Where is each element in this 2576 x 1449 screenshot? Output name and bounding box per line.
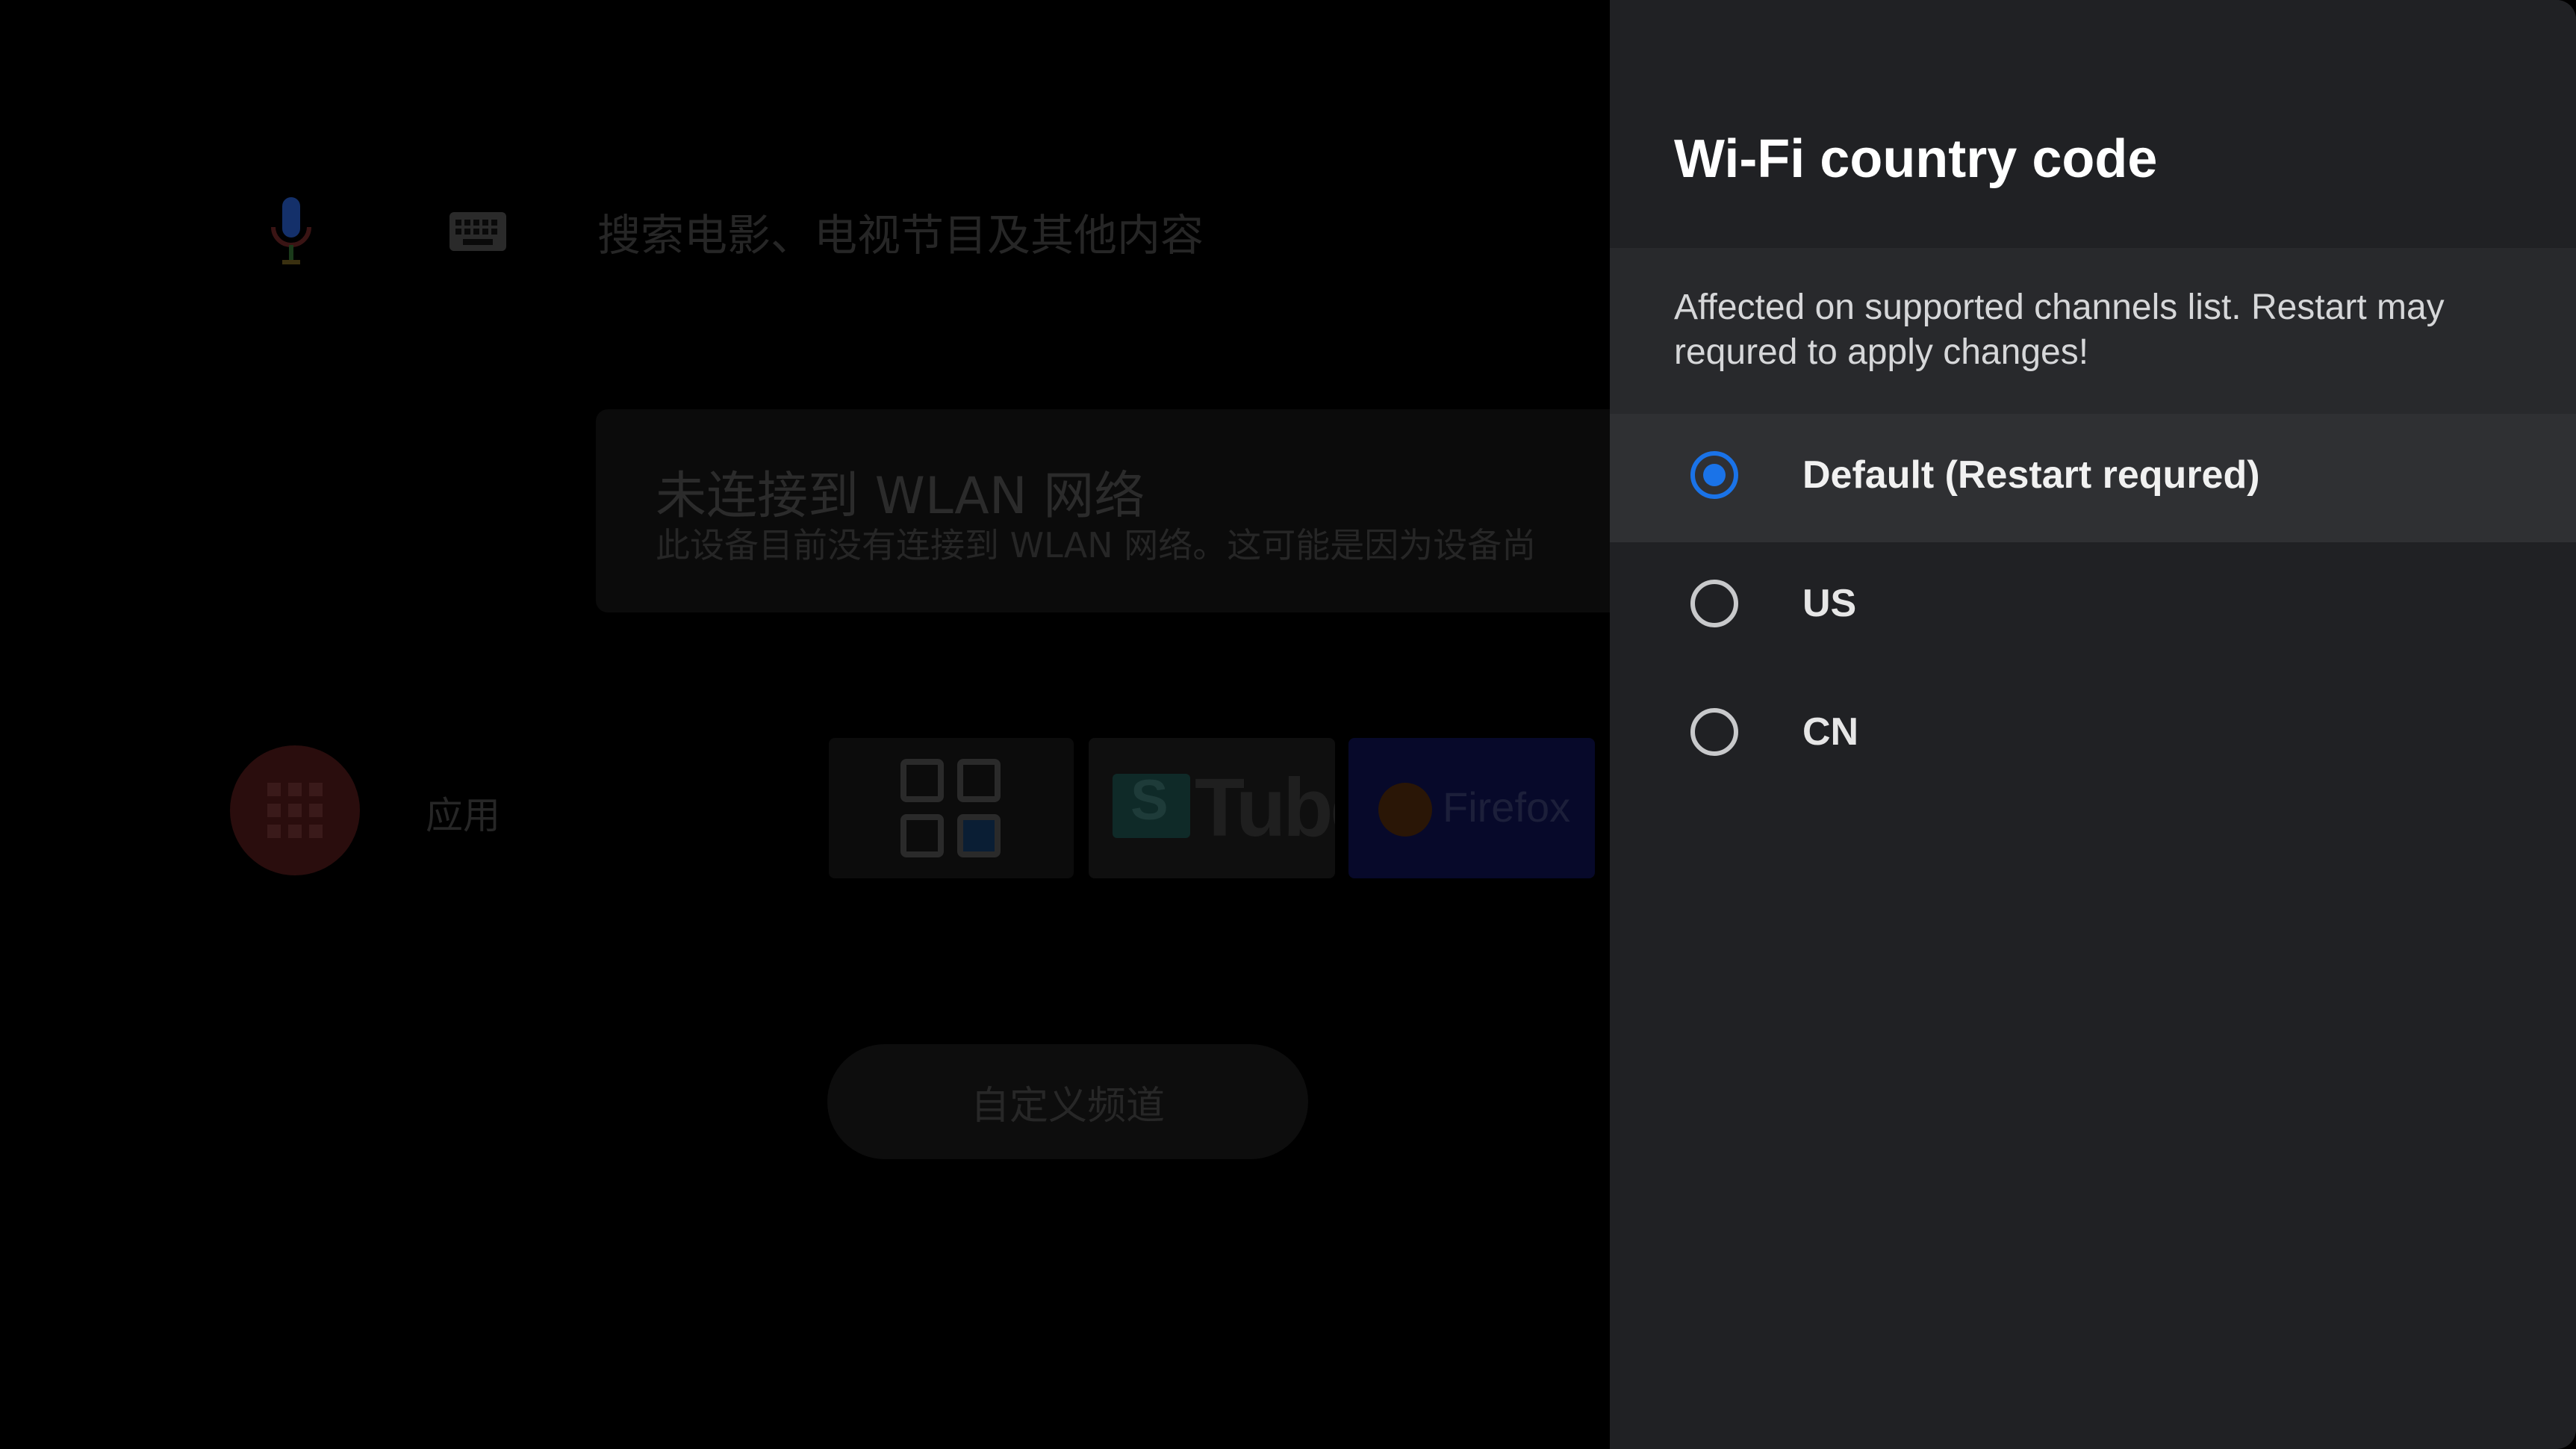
firefox-icon — [1378, 783, 1432, 837]
screen: 搜索电影、电视节目及其他内容 未连接到 WLAN 网络 此设备目前没有连接到 W… — [0, 0, 2576, 1449]
search-placeholder[interactable]: 搜索电影、电视节目及其他内容 — [597, 200, 1204, 263]
panel-title: Wi-Fi country code — [1674, 129, 2158, 189]
option-label: Default (Restart requred) — [1802, 453, 2260, 497]
panel-description: Affected on supported channels list. Res… — [1674, 288, 2445, 372]
settings-panel: Wi-Fi country code Affected on supported… — [1610, 0, 2576, 1449]
radio-unchecked-icon[interactable] — [1690, 708, 1738, 756]
wlan-notification-card[interactable]: 未连接到 WLAN 网络 此设备目前没有连接到 WLAN 网络。这可能是因为设备… — [596, 409, 1610, 612]
search-row: 搜索电影、电视节目及其他内容 — [261, 190, 1204, 273]
apps-grid-icon — [267, 783, 323, 838]
microphone-icon[interactable] — [261, 194, 321, 269]
panel-description-area: Affected on supported channels list. Res… — [1610, 248, 2576, 414]
wlan-title: 未连接到 WLAN 网络 — [656, 467, 1145, 526]
customize-channels-label: 自定义频道 — [970, 1083, 1165, 1129]
wlan-message: 此设备目前没有连接到 WLAN 网络。这可能是因为设备尚 — [656, 525, 1537, 565]
panel-header: Wi-Fi country code — [1610, 0, 2576, 248]
option-default[interactable]: Default (Restart requred) — [1610, 414, 2576, 542]
option-cn[interactable]: CN — [1610, 671, 2576, 799]
launcher-background: 搜索电影、电视节目及其他内容 未连接到 WLAN 网络 此设备目前没有连接到 W… — [0, 0, 1610, 1449]
option-label: CN — [1802, 710, 1859, 754]
apps-button[interactable] — [230, 745, 360, 875]
option-us[interactable]: US — [1610, 542, 2576, 671]
youtube-word: Tube — [1195, 762, 1335, 854]
option-label: US — [1802, 582, 1857, 625]
youtube-badge: S — [1130, 769, 1169, 832]
tile-firefox[interactable]: Firefox — [1348, 738, 1595, 878]
tile-apps-grid[interactable] — [829, 738, 1074, 878]
apps-label: 应用 — [426, 794, 500, 837]
radio-checked-icon[interactable] — [1690, 451, 1738, 499]
grid-icon — [900, 759, 1001, 857]
keyboard-icon[interactable] — [448, 211, 508, 252]
firefox-word: Firefox — [1443, 784, 1571, 831]
radio-unchecked-icon[interactable] — [1690, 580, 1738, 627]
tile-youtube[interactable]: S Tube — [1089, 738, 1335, 878]
customize-channels-button[interactable]: 自定义频道 — [827, 1044, 1308, 1159]
